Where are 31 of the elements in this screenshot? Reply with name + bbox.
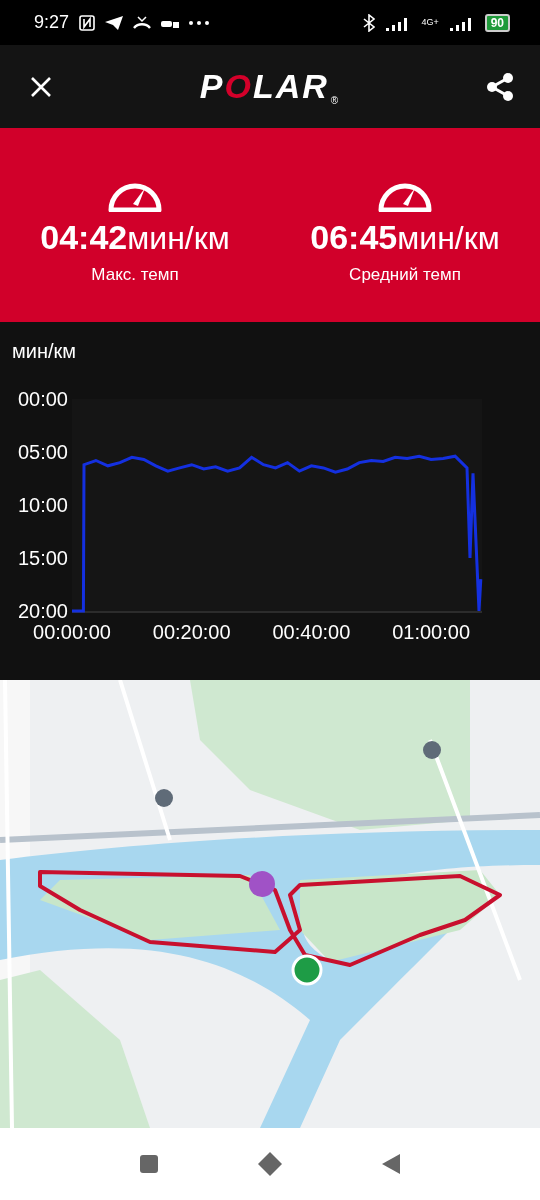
stat-label: Средний темп	[349, 264, 461, 285]
share-icon[interactable]	[486, 71, 514, 102]
bluetooth-icon	[363, 13, 376, 32]
pace-value: 06:45	[310, 217, 398, 257]
x-axis-label: 01:00:00	[392, 621, 471, 643]
registered-mark: ®	[330, 95, 339, 106]
network-type: 4G+	[421, 18, 439, 27]
x-axis-label: 00:00:00	[33, 621, 111, 643]
battery-level: 90	[484, 13, 510, 32]
home-icon[interactable]	[257, 1151, 283, 1177]
y-axis-label: 20:00	[17, 600, 68, 622]
nfc-icon	[79, 14, 96, 31]
back-icon[interactable]	[381, 1153, 401, 1175]
pace-unit: мин/км	[127, 219, 230, 257]
y-axis-label: 05:00	[17, 441, 68, 463]
close-icon[interactable]	[30, 75, 52, 98]
more-icon	[189, 20, 210, 25]
missed-call-icon	[133, 15, 152, 30]
polar-logo: POLAR	[199, 67, 329, 106]
stat-label: Макс. темп	[91, 264, 179, 285]
recents-icon[interactable]	[139, 1154, 159, 1174]
x-axis-label: 00:20:00	[152, 621, 231, 643]
axis-unit: мин/км	[12, 340, 78, 363]
y-axis-label: 15:00	[17, 547, 68, 569]
x-axis-label: 00:40:00	[272, 621, 351, 643]
status-time: 9:27	[34, 12, 70, 33]
y-axis-label: 10:00	[17, 494, 68, 516]
y-axis-label: 00:00	[17, 388, 68, 410]
pace-value: 04:42	[40, 217, 128, 257]
pace-unit: мин/км	[397, 219, 500, 257]
telegram-icon	[105, 15, 124, 30]
